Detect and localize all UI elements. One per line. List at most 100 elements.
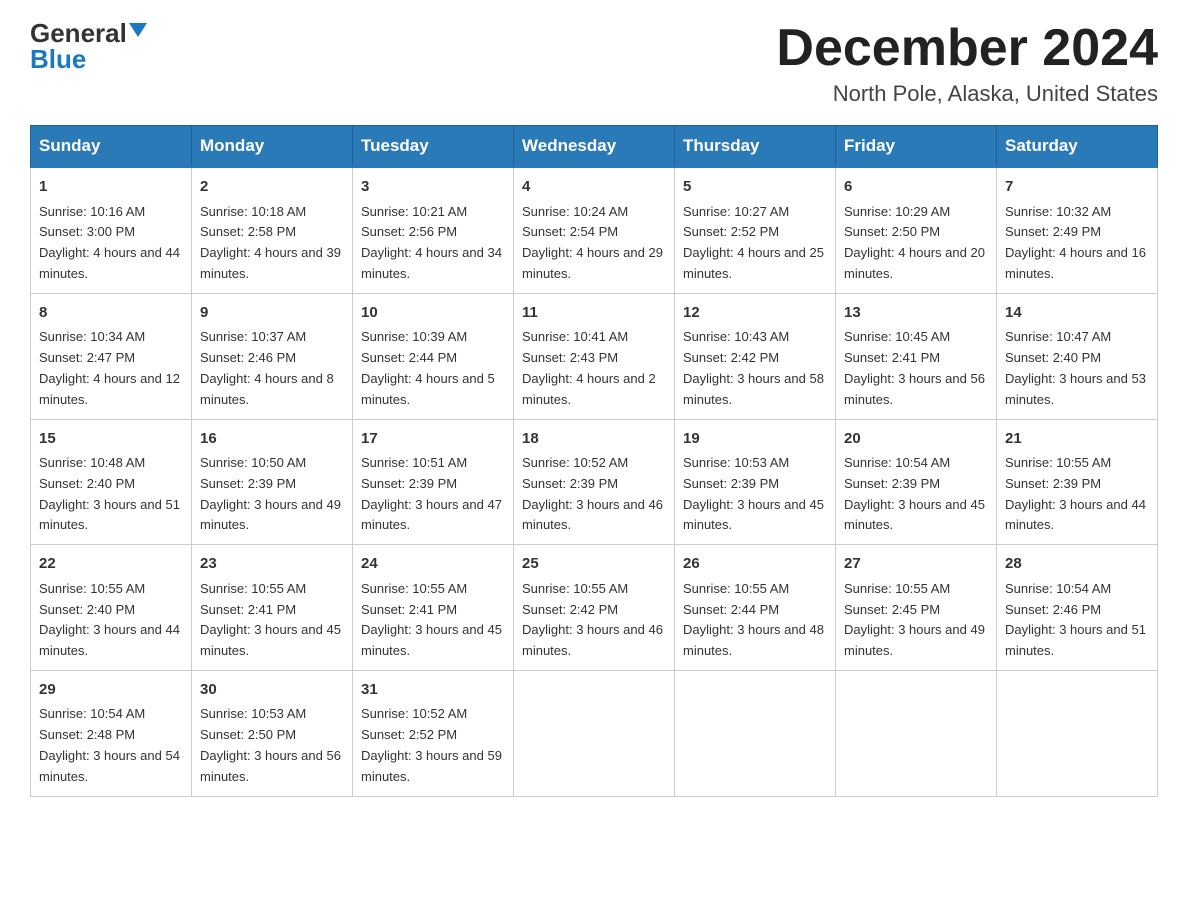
day-info: Sunrise: 10:55 AMSunset: 2:41 PMDaylight… xyxy=(361,581,502,658)
day-info: Sunrise: 10:39 AMSunset: 2:44 PMDaylight… xyxy=(361,329,495,406)
calendar-cell: 14 Sunrise: 10:47 AMSunset: 2:40 PMDayli… xyxy=(997,293,1158,419)
calendar-cell: 17 Sunrise: 10:51 AMSunset: 2:39 PMDayli… xyxy=(353,419,514,545)
calendar-cell: 13 Sunrise: 10:45 AMSunset: 2:41 PMDayli… xyxy=(836,293,997,419)
day-number: 8 xyxy=(39,302,183,325)
day-info: Sunrise: 10:55 AMSunset: 2:41 PMDaylight… xyxy=(200,581,341,658)
day-number: 15 xyxy=(39,428,183,451)
calendar-cell: 9 Sunrise: 10:37 AMSunset: 2:46 PMDaylig… xyxy=(192,293,353,419)
day-info: Sunrise: 10:45 AMSunset: 2:41 PMDaylight… xyxy=(844,329,985,406)
calendar-cell: 23 Sunrise: 10:55 AMSunset: 2:41 PMDayli… xyxy=(192,545,353,671)
day-info: Sunrise: 10:41 AMSunset: 2:43 PMDaylight… xyxy=(522,329,656,406)
day-header-monday: Monday xyxy=(192,126,353,168)
day-number: 3 xyxy=(361,176,505,199)
day-info: Sunrise: 10:55 AMSunset: 2:42 PMDaylight… xyxy=(522,581,663,658)
calendar-week-row: 29 Sunrise: 10:54 AMSunset: 2:48 PMDayli… xyxy=(31,670,1158,796)
day-info: Sunrise: 10:24 AMSunset: 2:54 PMDaylight… xyxy=(522,204,663,281)
calendar-cell: 27 Sunrise: 10:55 AMSunset: 2:45 PMDayli… xyxy=(836,545,997,671)
day-number: 11 xyxy=(522,302,666,325)
calendar-cell: 18 Sunrise: 10:52 AMSunset: 2:39 PMDayli… xyxy=(514,419,675,545)
day-number: 16 xyxy=(200,428,344,451)
day-number: 25 xyxy=(522,553,666,576)
calendar-cell: 31 Sunrise: 10:52 AMSunset: 2:52 PMDayli… xyxy=(353,670,514,796)
day-number: 17 xyxy=(361,428,505,451)
calendar-cell: 20 Sunrise: 10:54 AMSunset: 2:39 PMDayli… xyxy=(836,419,997,545)
calendar-cell: 3 Sunrise: 10:21 AMSunset: 2:56 PMDaylig… xyxy=(353,167,514,293)
day-number: 10 xyxy=(361,302,505,325)
day-info: Sunrise: 10:54 AMSunset: 2:48 PMDaylight… xyxy=(39,706,180,783)
logo: General Blue xyxy=(30,20,147,75)
day-info: Sunrise: 10:53 AMSunset: 2:50 PMDaylight… xyxy=(200,706,341,783)
calendar-cell: 21 Sunrise: 10:55 AMSunset: 2:39 PMDayli… xyxy=(997,419,1158,545)
day-number: 22 xyxy=(39,553,183,576)
day-header-sunday: Sunday xyxy=(31,126,192,168)
day-number: 6 xyxy=(844,176,988,199)
day-header-wednesday: Wednesday xyxy=(514,126,675,168)
calendar-cell: 4 Sunrise: 10:24 AMSunset: 2:54 PMDaylig… xyxy=(514,167,675,293)
day-info: Sunrise: 10:34 AMSunset: 2:47 PMDaylight… xyxy=(39,329,180,406)
day-header-tuesday: Tuesday xyxy=(353,126,514,168)
day-info: Sunrise: 10:55 AMSunset: 2:40 PMDaylight… xyxy=(39,581,180,658)
day-info: Sunrise: 10:37 AMSunset: 2:46 PMDaylight… xyxy=(200,329,334,406)
day-number: 18 xyxy=(522,428,666,451)
day-number: 19 xyxy=(683,428,827,451)
calendar-cell: 24 Sunrise: 10:55 AMSunset: 2:41 PMDayli… xyxy=(353,545,514,671)
calendar-cell: 19 Sunrise: 10:53 AMSunset: 2:39 PMDayli… xyxy=(675,419,836,545)
day-info: Sunrise: 10:29 AMSunset: 2:50 PMDaylight… xyxy=(844,204,985,281)
day-info: Sunrise: 10:43 AMSunset: 2:42 PMDaylight… xyxy=(683,329,824,406)
title-area: December 2024 North Pole, Alaska, United… xyxy=(776,20,1158,107)
day-info: Sunrise: 10:32 AMSunset: 2:49 PMDaylight… xyxy=(1005,204,1146,281)
day-number: 7 xyxy=(1005,176,1149,199)
calendar-week-row: 15 Sunrise: 10:48 AMSunset: 2:40 PMDayli… xyxy=(31,419,1158,545)
day-number: 26 xyxy=(683,553,827,576)
day-number: 1 xyxy=(39,176,183,199)
day-header-saturday: Saturday xyxy=(997,126,1158,168)
calendar-week-row: 22 Sunrise: 10:55 AMSunset: 2:40 PMDayli… xyxy=(31,545,1158,671)
day-info: Sunrise: 10:55 AMSunset: 2:39 PMDaylight… xyxy=(1005,455,1146,532)
calendar-cell xyxy=(836,670,997,796)
day-info: Sunrise: 10:52 AMSunset: 2:52 PMDaylight… xyxy=(361,706,502,783)
calendar-cell: 15 Sunrise: 10:48 AMSunset: 2:40 PMDayli… xyxy=(31,419,192,545)
day-number: 5 xyxy=(683,176,827,199)
day-number: 31 xyxy=(361,679,505,702)
day-number: 9 xyxy=(200,302,344,325)
day-number: 4 xyxy=(522,176,666,199)
day-number: 29 xyxy=(39,679,183,702)
calendar-title: December 2024 xyxy=(776,20,1158,77)
day-header-thursday: Thursday xyxy=(675,126,836,168)
calendar-cell xyxy=(997,670,1158,796)
day-number: 20 xyxy=(844,428,988,451)
day-number: 30 xyxy=(200,679,344,702)
day-info: Sunrise: 10:53 AMSunset: 2:39 PMDaylight… xyxy=(683,455,824,532)
calendar-cell: 26 Sunrise: 10:55 AMSunset: 2:44 PMDayli… xyxy=(675,545,836,671)
day-number: 2 xyxy=(200,176,344,199)
logo-general: General xyxy=(30,20,127,46)
calendar-cell: 2 Sunrise: 10:18 AMSunset: 2:58 PMDaylig… xyxy=(192,167,353,293)
day-info: Sunrise: 10:52 AMSunset: 2:39 PMDaylight… xyxy=(522,455,663,532)
day-info: Sunrise: 10:55 AMSunset: 2:44 PMDaylight… xyxy=(683,581,824,658)
calendar-cell: 10 Sunrise: 10:39 AMSunset: 2:44 PMDayli… xyxy=(353,293,514,419)
day-number: 28 xyxy=(1005,553,1149,576)
calendar-cell: 16 Sunrise: 10:50 AMSunset: 2:39 PMDayli… xyxy=(192,419,353,545)
day-info: Sunrise: 10:51 AMSunset: 2:39 PMDaylight… xyxy=(361,455,502,532)
calendar-cell: 11 Sunrise: 10:41 AMSunset: 2:43 PMDayli… xyxy=(514,293,675,419)
calendar-subtitle: North Pole, Alaska, United States xyxy=(776,81,1158,107)
day-info: Sunrise: 10:55 AMSunset: 2:45 PMDaylight… xyxy=(844,581,985,658)
logo-triangle-icon xyxy=(129,23,147,37)
calendar-week-row: 1 Sunrise: 10:16 AMSunset: 3:00 PMDaylig… xyxy=(31,167,1158,293)
calendar-cell: 6 Sunrise: 10:29 AMSunset: 2:50 PMDaylig… xyxy=(836,167,997,293)
day-info: Sunrise: 10:47 AMSunset: 2:40 PMDaylight… xyxy=(1005,329,1146,406)
day-header-friday: Friday xyxy=(836,126,997,168)
calendar-cell: 12 Sunrise: 10:43 AMSunset: 2:42 PMDayli… xyxy=(675,293,836,419)
day-number: 21 xyxy=(1005,428,1149,451)
day-number: 27 xyxy=(844,553,988,576)
day-info: Sunrise: 10:48 AMSunset: 2:40 PMDaylight… xyxy=(39,455,180,532)
day-number: 12 xyxy=(683,302,827,325)
calendar-cell: 1 Sunrise: 10:16 AMSunset: 3:00 PMDaylig… xyxy=(31,167,192,293)
day-number: 23 xyxy=(200,553,344,576)
calendar-cell: 22 Sunrise: 10:55 AMSunset: 2:40 PMDayli… xyxy=(31,545,192,671)
day-info: Sunrise: 10:54 AMSunset: 2:46 PMDaylight… xyxy=(1005,581,1146,658)
calendar-cell xyxy=(514,670,675,796)
header: General Blue December 2024 North Pole, A… xyxy=(30,20,1158,107)
day-number: 24 xyxy=(361,553,505,576)
calendar-cell: 30 Sunrise: 10:53 AMSunset: 2:50 PMDayli… xyxy=(192,670,353,796)
